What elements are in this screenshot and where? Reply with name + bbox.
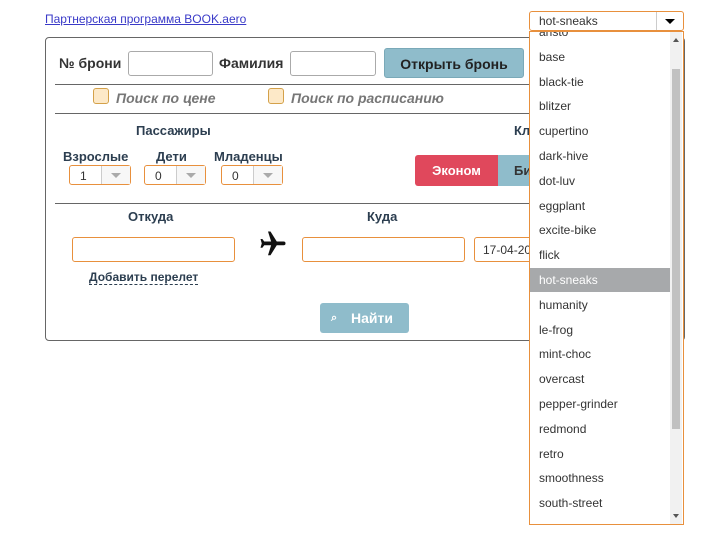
theme-option[interactable]: eggplant [530, 194, 670, 218]
theme-option[interactable]: cupertino [530, 119, 670, 143]
theme-option[interactable]: dark-hive [530, 144, 670, 168]
chevron-down-icon[interactable] [656, 12, 683, 30]
add-flight-link[interactable]: Добавить перелет [89, 270, 199, 285]
surname-input[interactable] [290, 51, 376, 76]
theme-option[interactable]: flick [530, 243, 670, 267]
theme-option[interactable]: overcast [530, 367, 670, 391]
to-label: Куда [367, 209, 398, 224]
theme-option[interactable]: smoothness [530, 466, 670, 490]
infants-select[interactable]: 0 [221, 165, 283, 185]
infants-value: 0 [232, 169, 239, 183]
theme-option[interactable]: humanity [530, 293, 670, 317]
from-label: Откуда [128, 209, 174, 224]
theme-option[interactable]: black-tie [530, 70, 670, 94]
chevron-down-icon [253, 166, 282, 184]
theme-option[interactable]: retro [530, 442, 670, 466]
theme-option[interactable]: dot-luv [530, 169, 670, 193]
theme-option[interactable]: hot-sneaks [530, 268, 670, 292]
theme-select[interactable]: hot-sneaks [529, 11, 684, 31]
theme-option[interactable]: south-street [530, 491, 670, 515]
search-by-price-label: Поиск по цене [116, 90, 216, 106]
theme-option[interactable]: redmond [530, 417, 670, 441]
search-by-schedule-checkbox[interactable] [268, 88, 284, 104]
theme-option[interactable]: pepper-grinder [530, 392, 670, 416]
airplane-icon [260, 231, 286, 256]
to-input[interactable] [302, 237, 465, 262]
dropdown-scrollbar[interactable] [670, 32, 682, 524]
scrollbar-thumb[interactable] [672, 69, 680, 429]
open-booking-button[interactable]: Открыть бронь [384, 48, 524, 78]
date-value: 17-04-20 [483, 243, 532, 257]
children-select[interactable]: 0 [144, 165, 206, 185]
date-input[interactable]: 17-04-20 [474, 237, 534, 262]
from-input[interactable] [72, 237, 235, 262]
adults-value: 1 [80, 169, 87, 183]
children-label: Дети [156, 149, 187, 164]
chevron-down-icon [101, 166, 130, 184]
economy-button[interactable]: Эконом [415, 155, 498, 186]
scroll-up-arrow-icon[interactable] [673, 38, 679, 42]
find-button[interactable]: ⌕ Найти [320, 303, 409, 333]
theme-option[interactable]: le-frog [530, 318, 670, 342]
partner-program-link[interactable]: Партнерская программа BOOK.aero [45, 12, 246, 26]
chevron-down-icon [176, 166, 205, 184]
theme-option[interactable]: excite-bike [530, 218, 670, 242]
children-value: 0 [155, 169, 162, 183]
class-title: Кл [514, 123, 531, 138]
theme-option[interactable]: blitzer [530, 94, 670, 118]
theme-option[interactable]: base [530, 45, 670, 69]
theme-dropdown-list: aristo base black-tie blitzer cupertino dark-… [529, 31, 684, 525]
booking-number-label: № брони [59, 55, 122, 71]
infants-label: Младенцы [214, 149, 283, 164]
surname-label: Фамилия [219, 55, 284, 71]
search-icon: ⌕ [331, 312, 338, 324]
theme-select-value: hot-sneaks [539, 14, 598, 28]
theme-option[interactable]: start [530, 516, 670, 524]
find-button-label: Найти [351, 310, 393, 326]
theme-option[interactable]: mint-choc [530, 342, 670, 366]
scroll-down-arrow-icon[interactable] [673, 514, 679, 518]
passengers-title: Пассажиры [136, 123, 211, 138]
business-button[interactable]: Би [498, 155, 533, 186]
adults-label: Взрослые [63, 149, 129, 164]
adults-select[interactable]: 1 [69, 165, 131, 185]
search-by-price-checkbox[interactable] [93, 88, 109, 104]
search-by-schedule-label: Поиск по расписанию [291, 90, 444, 106]
booking-number-input[interactable] [128, 51, 213, 76]
theme-option[interactable]: aristo [530, 32, 670, 44]
